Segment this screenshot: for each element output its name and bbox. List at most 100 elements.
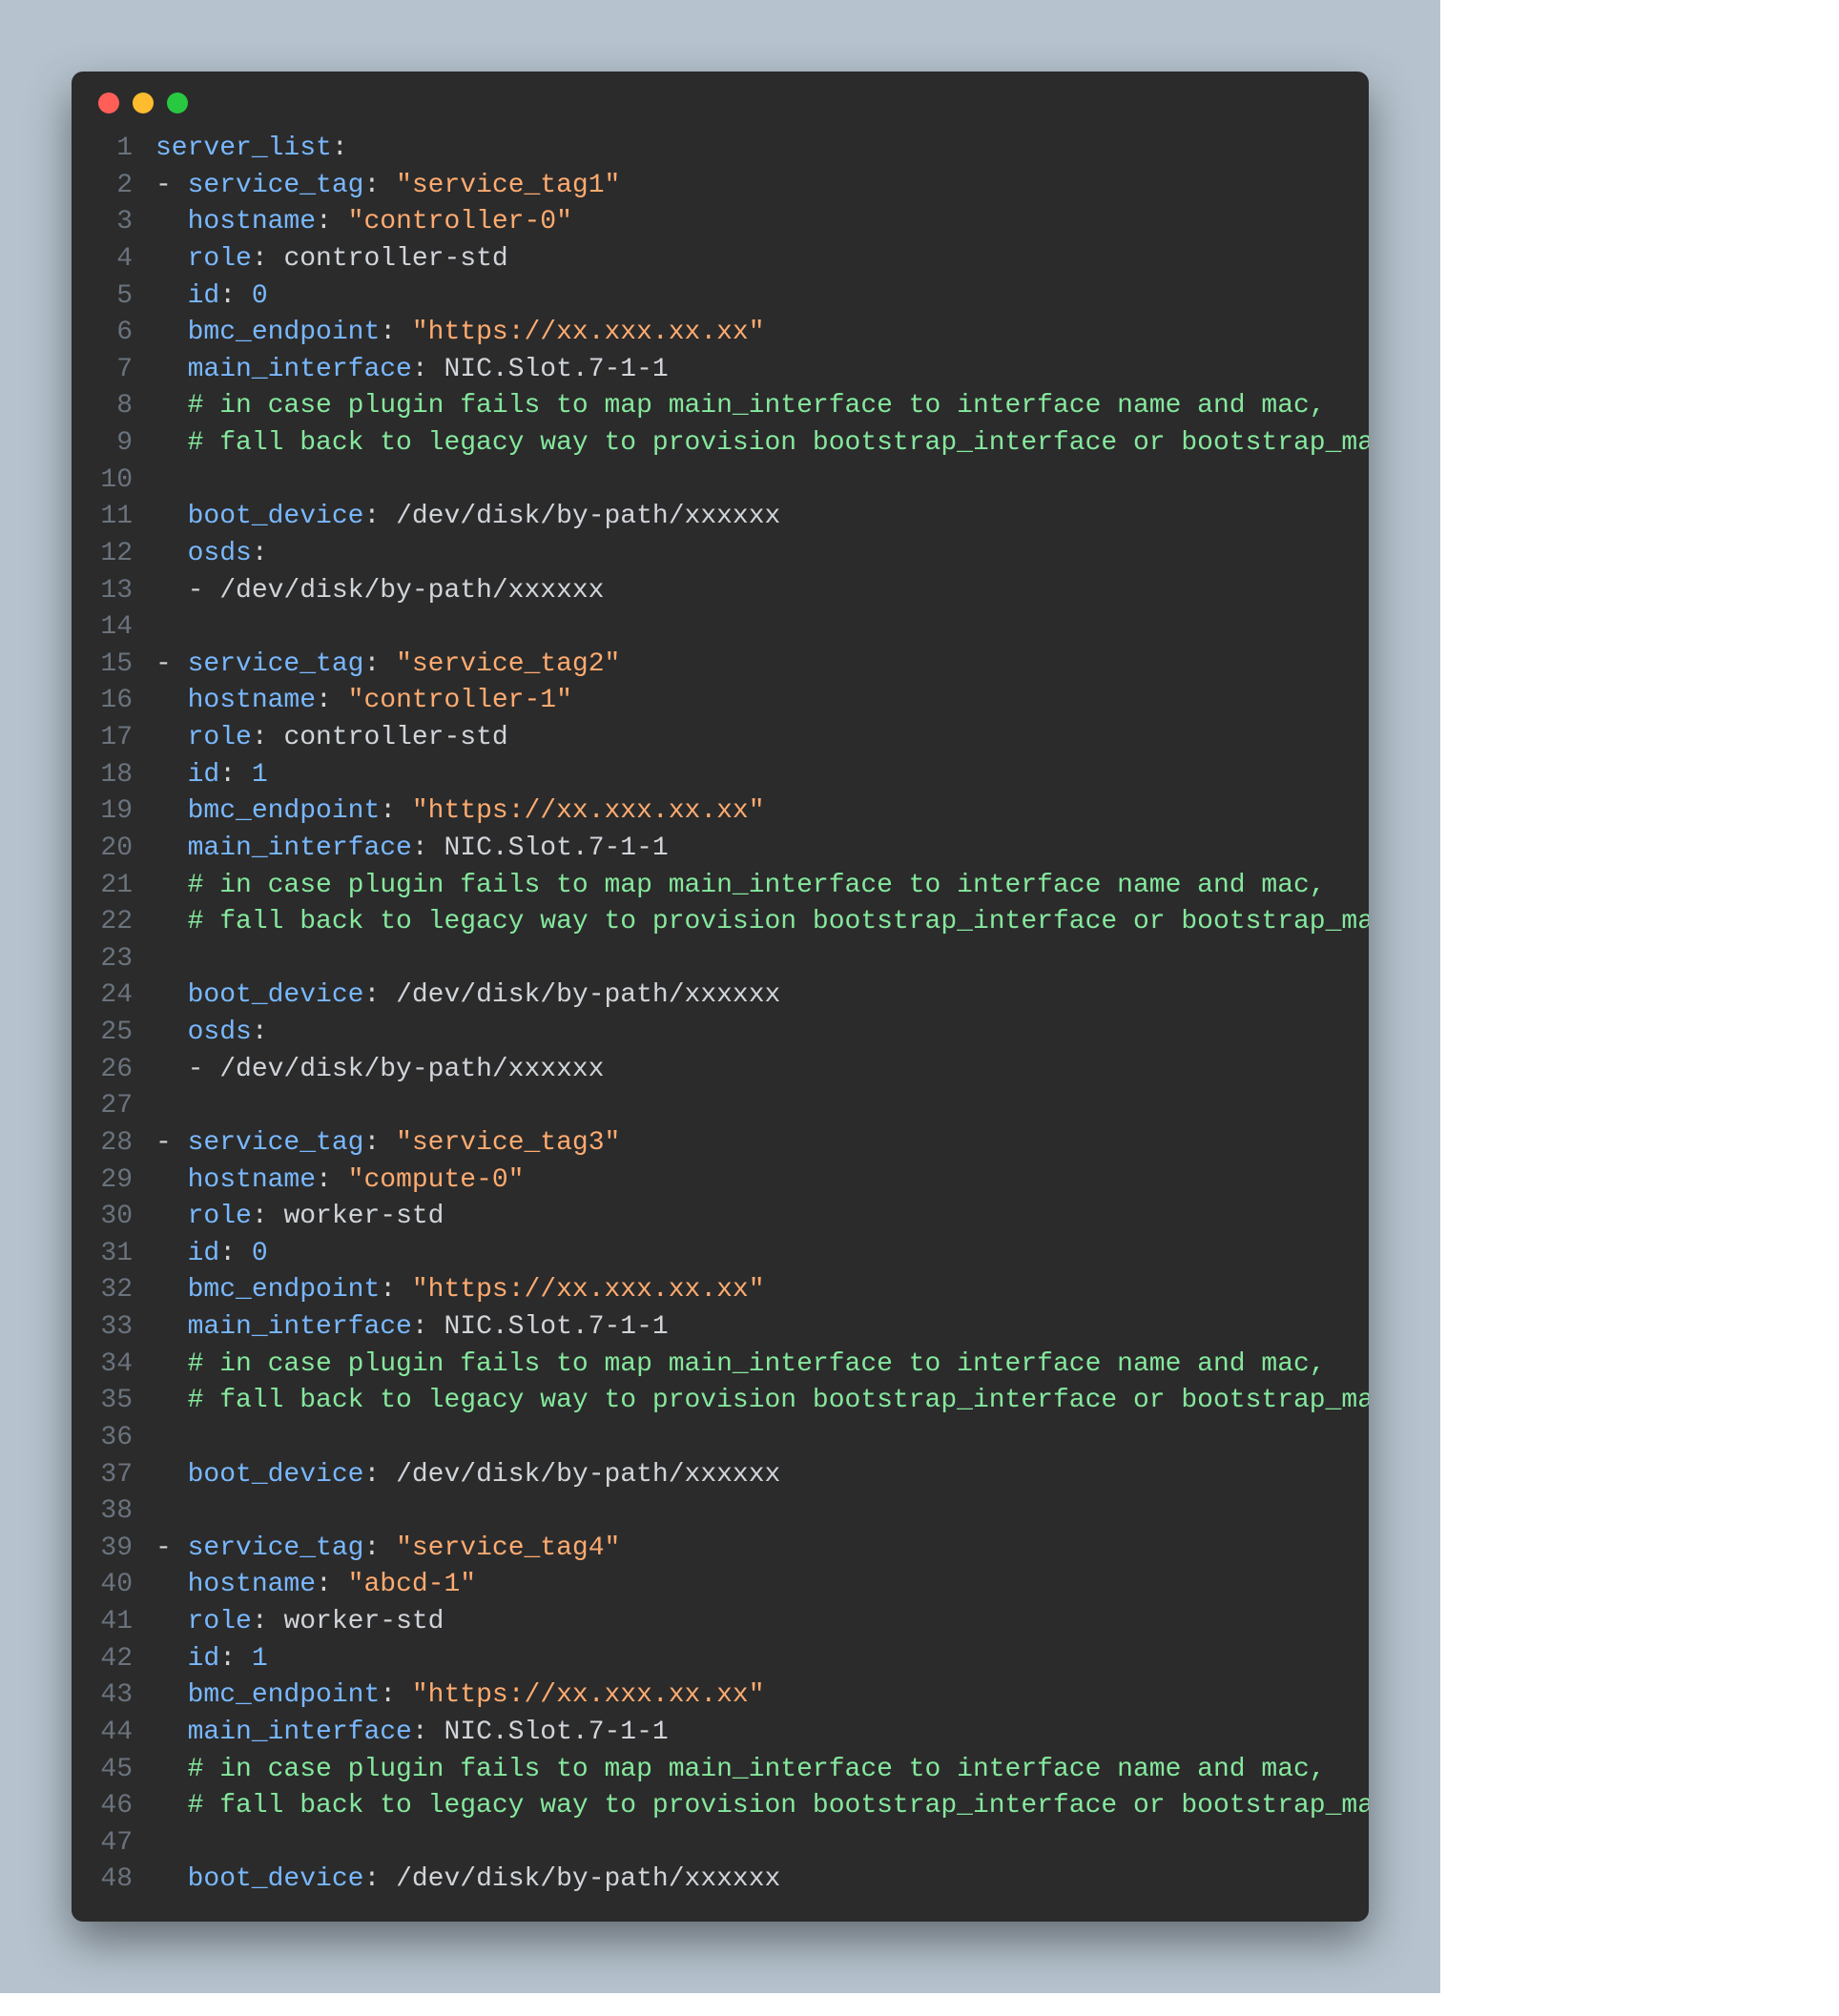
code-content: - service_tag: "service_tag4" <box>155 1531 1369 1568</box>
code-content: # in case plugin fails to map main_inter… <box>155 868 1369 905</box>
code-line: 7 main_interface: NIC.Slot.7-1-1 <box>72 352 1369 389</box>
code-content: - service_tag: "service_tag1" <box>155 168 1369 205</box>
code-line: 29 hostname: "compute-0" <box>72 1162 1369 1200</box>
token-str: "https://xx.xxx.xx.xx" <box>412 318 765 347</box>
token-val <box>155 1718 188 1747</box>
code-content: bmc_endpoint: "https://xx.xxx.xx.xx" <box>155 1272 1369 1309</box>
code-line: 48 boot_device: /dev/disk/by-path/xxxxxx <box>72 1862 1369 1899</box>
code-content: hostname: "controller-0" <box>155 204 1369 241</box>
token-key: id <box>188 281 220 311</box>
token-key: hostname <box>188 1165 316 1195</box>
line-number: 26 <box>72 1052 155 1089</box>
token-punc: : <box>412 833 428 863</box>
line-number: 31 <box>72 1236 155 1273</box>
token-punc: : <box>219 281 236 311</box>
line-number: 5 <box>72 278 155 316</box>
token-str: "service_tag2" <box>396 649 620 679</box>
code-line: 10 <box>72 463 1369 500</box>
code-content: bmc_endpoint: "https://xx.xxx.xx.xx" <box>155 315 1369 352</box>
token-val: worker-std <box>268 1202 444 1231</box>
token-val <box>155 1055 188 1084</box>
code-content: # in case plugin fails to map main_inter… <box>155 388 1369 425</box>
line-number: 34 <box>72 1347 155 1384</box>
code-content: # fall back to legacy way to provision b… <box>155 904 1369 941</box>
token-val <box>155 1239 188 1268</box>
token-key: server_list <box>155 134 332 163</box>
token-val: /dev/disk/by-path/xxxxxx <box>380 1460 780 1490</box>
token-punc: : <box>316 1165 332 1195</box>
code-line: 19 bmc_endpoint: "https://xx.xxx.xx.xx" <box>72 793 1369 831</box>
token-punc: : <box>363 1460 380 1490</box>
token-str: "service_tag1" <box>396 171 620 200</box>
line-number: 36 <box>72 1420 155 1457</box>
code-line: 18 id: 1 <box>72 757 1369 794</box>
minimize-icon[interactable] <box>133 93 154 113</box>
token-punc: : <box>316 686 332 715</box>
window-titlebar <box>72 72 1369 121</box>
code-line: 47 <box>72 1825 1369 1862</box>
token-punc: : <box>252 1018 268 1047</box>
token-punc: : <box>219 1239 236 1268</box>
token-val <box>155 723 188 752</box>
token-key: boot_device <box>188 502 364 531</box>
token-key: boot_device <box>188 1864 364 1894</box>
token-punc: : <box>252 1607 268 1636</box>
code-line: 23 <box>72 941 1369 978</box>
line-number: 43 <box>72 1677 155 1715</box>
token-val <box>155 1275 188 1305</box>
close-icon[interactable] <box>98 93 119 113</box>
code-line: 34 # in case plugin fails to map main_in… <box>72 1347 1369 1384</box>
code-line: 44 main_interface: NIC.Slot.7-1-1 <box>72 1715 1369 1752</box>
token-val <box>332 1165 348 1195</box>
token-num: 0 <box>252 281 268 311</box>
token-val <box>155 1570 188 1599</box>
code-line: 41 role: worker-std <box>72 1604 1369 1641</box>
code-line: 15- service_tag: "service_tag2" <box>72 647 1369 684</box>
token-val: /dev/disk/by-path/xxxxxx <box>380 1864 780 1894</box>
token-key: id <box>188 1644 220 1674</box>
code-content: # fall back to legacy way to provision b… <box>155 1383 1369 1420</box>
token-str: "abcd-1" <box>348 1570 476 1599</box>
token-key: service_tag <box>188 1128 364 1158</box>
token-key: main_interface <box>188 1718 412 1747</box>
code-line: 21 # in case plugin fails to map main_in… <box>72 868 1369 905</box>
token-val <box>155 833 188 863</box>
code-content: # fall back to legacy way to provision b… <box>155 425 1369 463</box>
line-number: 47 <box>72 1825 155 1862</box>
token-str: "compute-0" <box>348 1165 525 1195</box>
code-content: main_interface: NIC.Slot.7-1-1 <box>155 352 1369 389</box>
code-line: 13 - /dev/disk/by-path/xxxxxx <box>72 573 1369 610</box>
token-key: main_interface <box>188 355 412 384</box>
token-punc: : <box>412 1718 428 1747</box>
code-body: 1server_list:2- service_tag: "service_ta… <box>72 121 1369 1899</box>
token-key: bmc_endpoint <box>188 318 381 347</box>
code-line: 45 # in case plugin fails to map main_in… <box>72 1752 1369 1789</box>
token-key: id <box>188 1239 220 1268</box>
code-line: 40 hostname: "abcd-1" <box>72 1567 1369 1604</box>
code-content: hostname: "abcd-1" <box>155 1567 1369 1604</box>
code-line: 9 # fall back to legacy way to provision… <box>72 425 1369 463</box>
code-line: 1server_list: <box>72 131 1369 168</box>
token-val <box>155 502 188 531</box>
code-line: 28- service_tag: "service_tag3" <box>72 1125 1369 1162</box>
token-comment: # in case plugin fails to map main_inter… <box>188 391 1326 421</box>
token-val <box>155 980 188 1010</box>
token-punc: : <box>363 1128 380 1158</box>
token-val <box>155 1349 188 1379</box>
token-val <box>155 871 188 900</box>
line-number: 46 <box>72 1788 155 1825</box>
line-number: 40 <box>72 1567 155 1604</box>
token-key: role <box>188 1202 252 1231</box>
token-dash: - <box>155 1533 188 1563</box>
maximize-icon[interactable] <box>167 93 188 113</box>
token-val <box>155 1607 188 1636</box>
code-line: 3 hostname: "controller-0" <box>72 204 1369 241</box>
code-content: main_interface: NIC.Slot.7-1-1 <box>155 831 1369 868</box>
token-key: hostname <box>188 686 316 715</box>
line-number: 19 <box>72 793 155 831</box>
code-line: 8 # in case plugin fails to map main_int… <box>72 388 1369 425</box>
code-line: 26 - /dev/disk/by-path/xxxxxx <box>72 1052 1369 1089</box>
token-val <box>396 318 412 347</box>
token-val <box>396 1680 412 1710</box>
line-number: 16 <box>72 683 155 720</box>
